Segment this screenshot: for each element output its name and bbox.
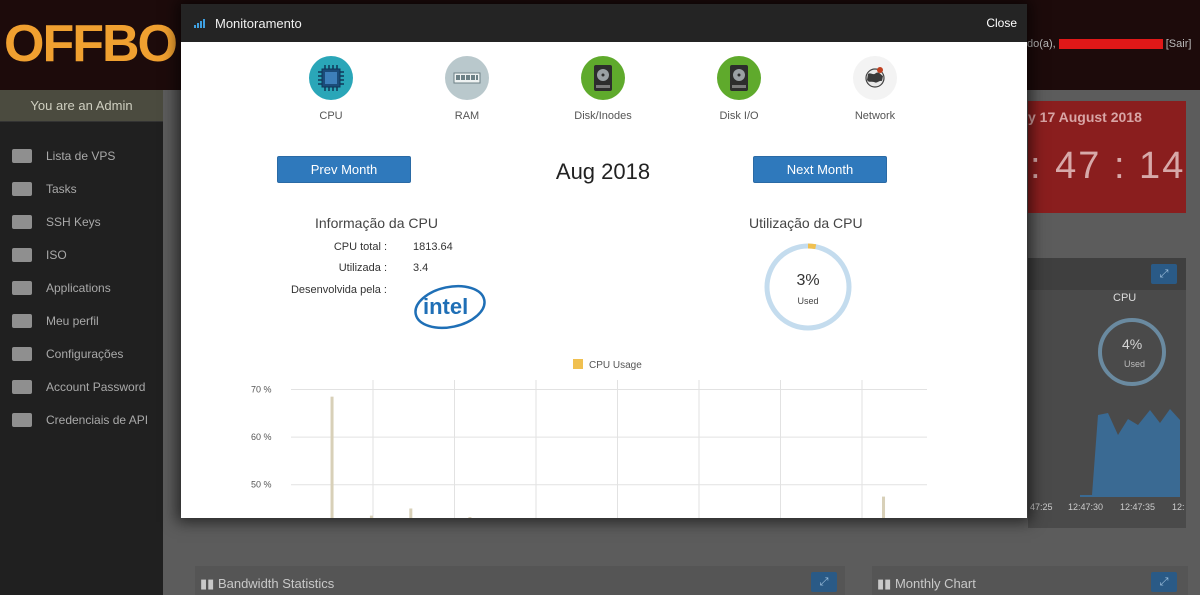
tab-disk-inodes[interactable]: Disk/Inodes: [553, 56, 653, 122]
cpu-usage-bar: [369, 515, 373, 518]
signal-icon: [194, 19, 205, 28]
tab-label: CPU: [319, 110, 343, 122]
tab-label: Disk I/O: [719, 110, 759, 122]
cpu-usage-bar: [468, 517, 472, 518]
legend-swatch: [573, 359, 583, 369]
svg-text:intel: intel: [423, 294, 468, 319]
tab-disk-io[interactable]: Disk I/O: [689, 56, 789, 122]
cpu-utilization-used: Used: [797, 296, 819, 306]
cpu-used-label: Utilizada :: [338, 262, 387, 274]
monitor-tabs: CPU RAM Disk/Inodes Disk I/O Network: [181, 56, 1027, 126]
cpu-usage-bar: [882, 496, 886, 518]
cpu-usage-bar: [409, 508, 413, 518]
prev-month-button[interactable]: Prev Month: [277, 156, 411, 183]
hard-disk-io-icon: [717, 56, 761, 100]
modal-title: Monitoramento: [215, 16, 302, 31]
hard-disk-icon: [581, 56, 625, 100]
next-month-button[interactable]: Next Month: [753, 156, 887, 183]
tab-cpu[interactable]: CPU: [281, 56, 381, 122]
y-tick-label: 60 %: [251, 432, 272, 442]
cpu-utilization-value: 3%: [796, 272, 820, 289]
cpu-icon: [309, 56, 353, 100]
cpu-utilization-title: Utilização da CPU: [749, 215, 863, 231]
cpu-vendor-label: Desenvolvida pela :: [290, 284, 387, 296]
ram-icon: [445, 56, 489, 100]
legend-label: CPU Usage: [589, 360, 642, 371]
current-month-label: Aug 2018: [555, 159, 651, 184]
tab-label: Network: [854, 110, 896, 122]
intel-logo: intel: [414, 284, 486, 330]
y-tick-label: 50 %: [251, 480, 272, 490]
modal-header: Monitoramento Close: [181, 4, 1027, 42]
cpu-usage-bar: [330, 396, 334, 518]
cpu-total-value: 1813.64: [413, 241, 453, 253]
monitoring-modal: Monitoramento Close CPU RAM Disk/Inodes …: [181, 4, 1027, 518]
cpu-info-title: Informação da CPU: [315, 215, 438, 231]
cpu-usage-chart: CPU Usage 70 % 60 % 50 %: [251, 359, 927, 518]
tab-ram[interactable]: RAM: [417, 56, 517, 122]
cpu-used-value: 3.4: [413, 262, 429, 274]
cpu-total-label: CPU total :: [333, 241, 387, 253]
network-globe-icon: [853, 56, 897, 100]
y-tick-label: 70 %: [251, 385, 272, 395]
tab-label: RAM: [454, 110, 480, 122]
close-button[interactable]: Close: [986, 16, 1017, 30]
tab-label: Disk/Inodes: [574, 110, 632, 122]
tab-network[interactable]: Network: [825, 56, 925, 122]
